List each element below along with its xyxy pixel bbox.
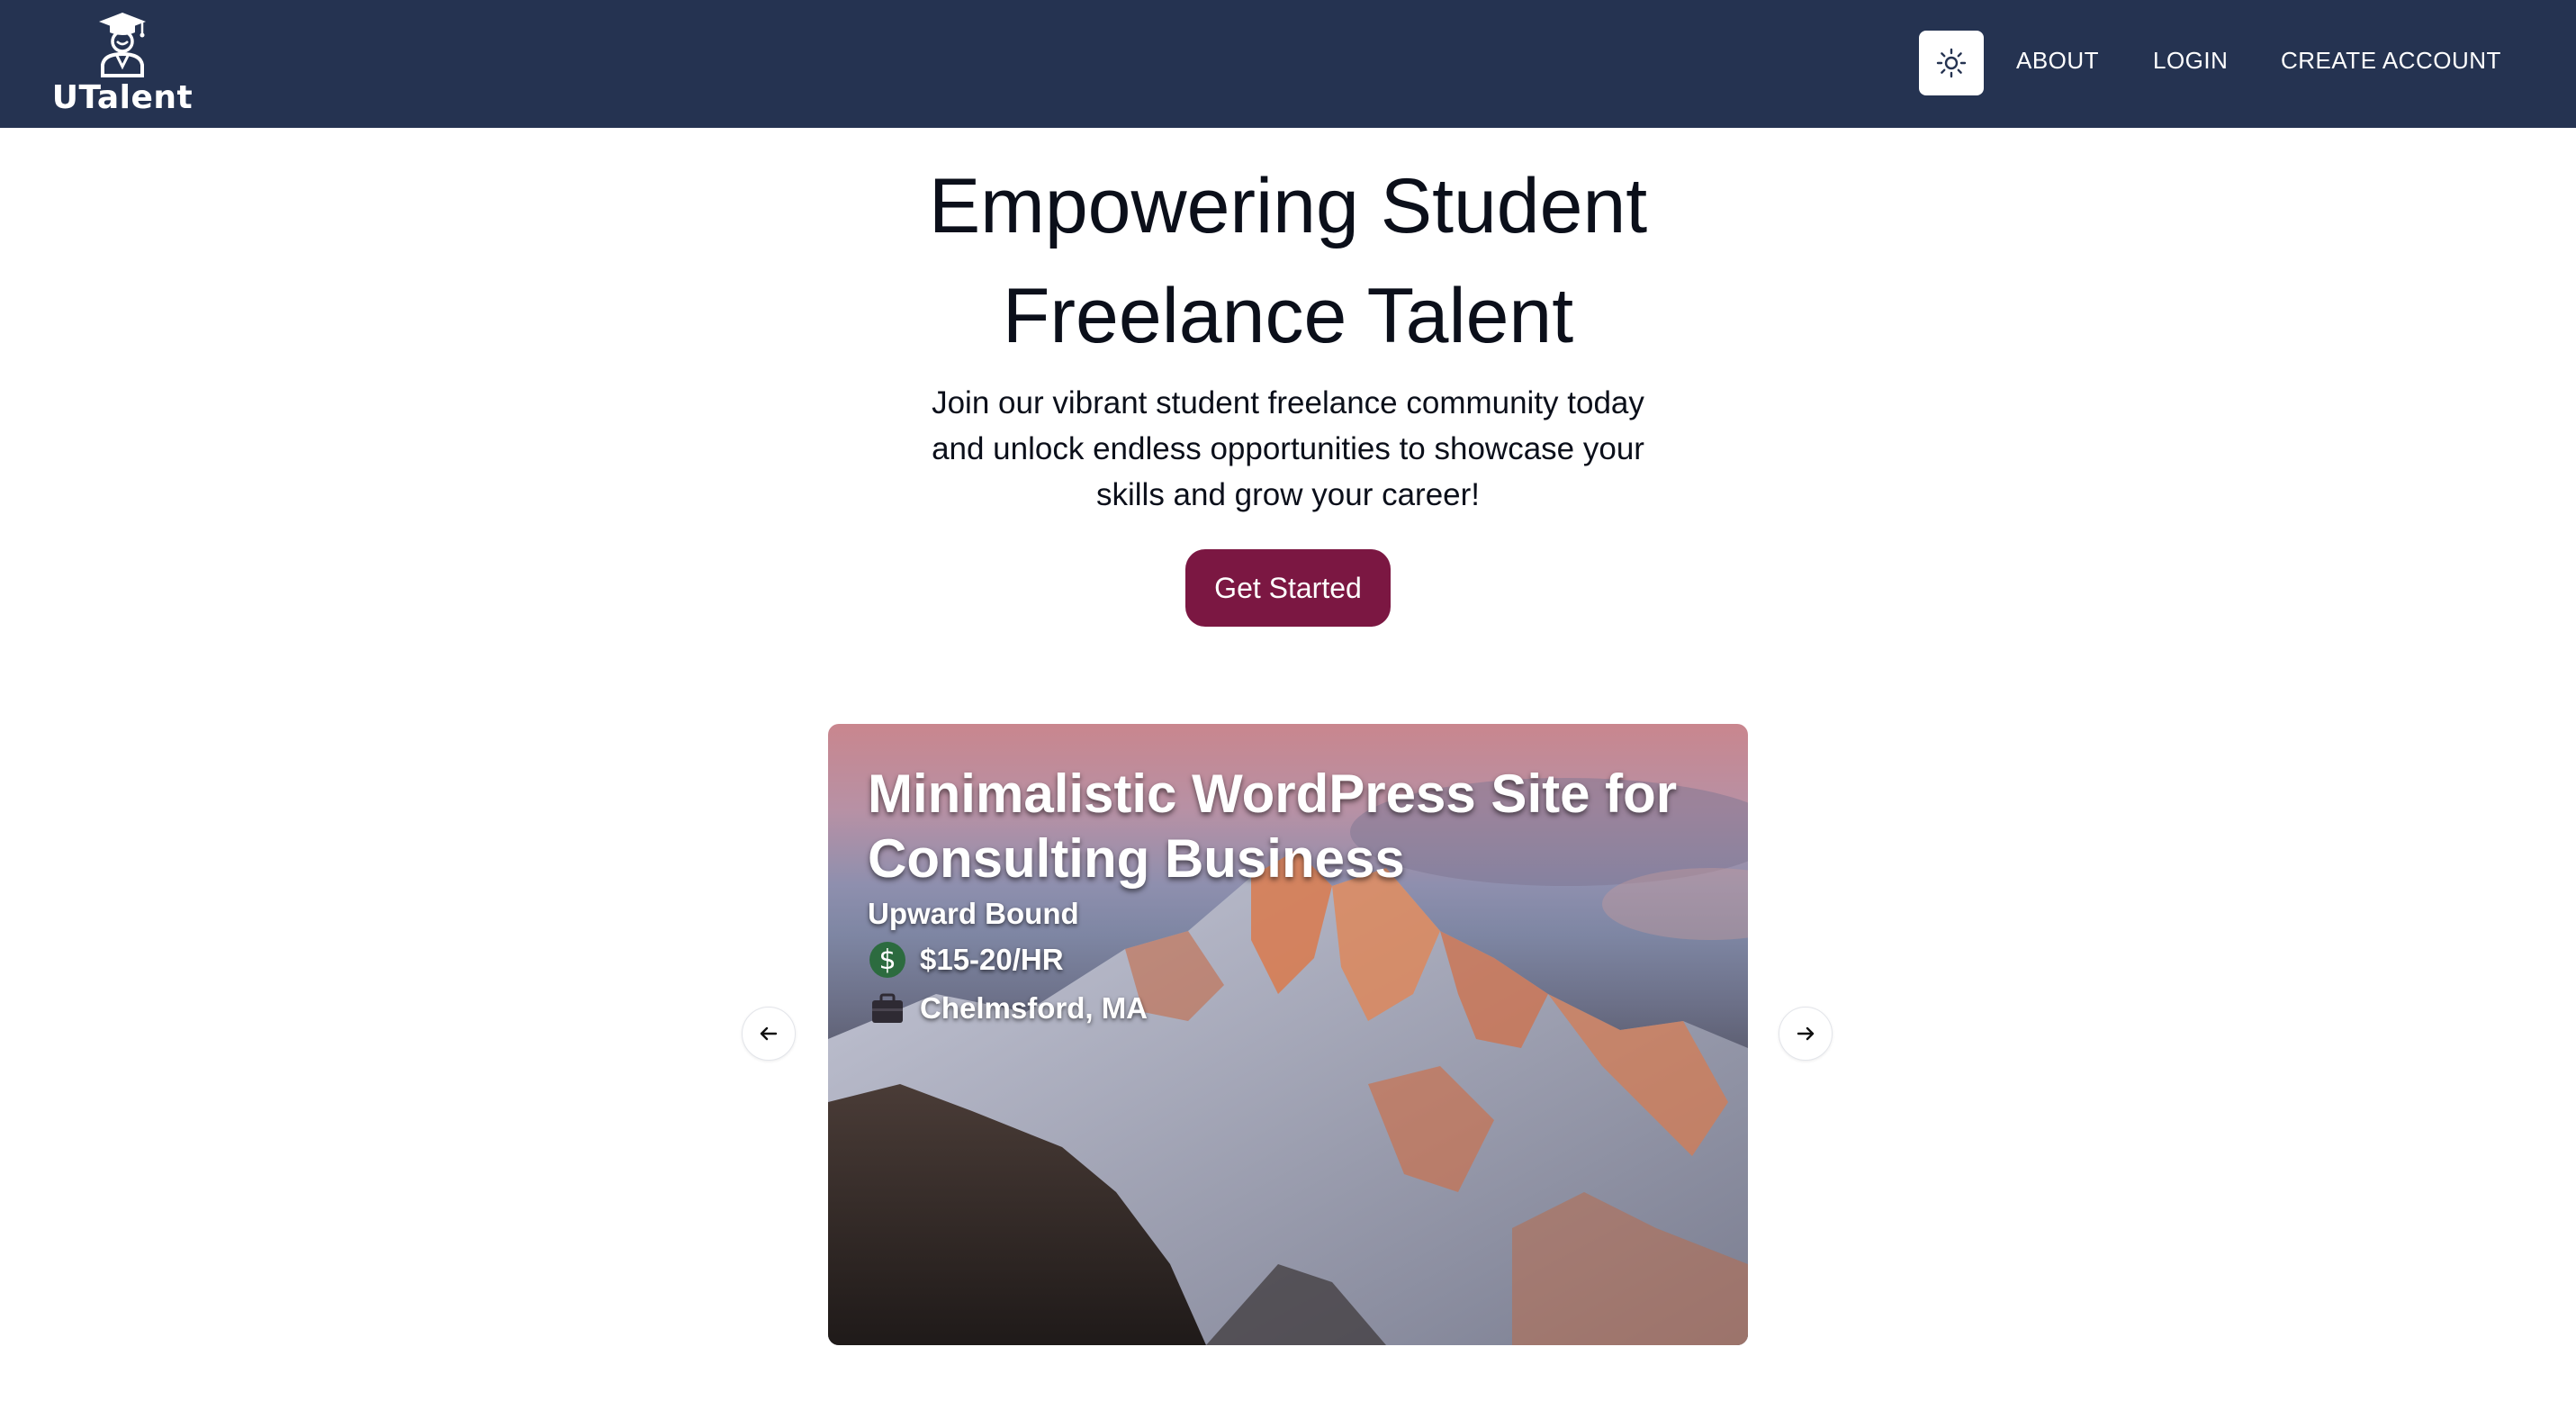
arrow-right-icon [1797,1026,1815,1041]
sun-icon [1936,48,1967,78]
briefcase-icon [872,993,903,1023]
job-company: Upward Bound [868,897,1079,930]
theme-toggle-button[interactable] [1919,31,1984,95]
job-title: Minimalistic WordPress Site for Consulti… [868,764,1678,889]
get-started-button[interactable]: Get Started [1185,549,1391,627]
job-location: Chelmsford, MA [920,991,1148,1025]
carousel-prev-button[interactable] [742,1007,796,1061]
job-card-content: Minimalistic WordPress Site for Consulti… [868,762,1732,1028]
logo[interactable]: UTalent [50,11,194,119]
graduate-icon [99,13,146,77]
hero-subtitle: Join our vibrant student freelance commu… [932,385,1644,512]
job-pay-row: $ $15-20/HR [868,940,1732,980]
job-location-row: Chelmsford, MA [868,989,1732,1028]
nav-create-account-link[interactable]: CREATE ACCOUNT [2281,47,2501,75]
svg-text:$: $ [878,945,896,976]
job-pay: $15-20/HR [920,943,1064,976]
logo-text: UTalent [51,79,194,116]
top-navbar: UTalent ABOUT LOGIN CREATE ACCOUNT [0,0,2576,128]
hero-title: Empowering Student Freelance Talent [928,163,1648,359]
arrow-left-icon [760,1026,778,1041]
dollar-icon: $ [869,942,905,978]
nav-login-link[interactable]: LOGIN [2153,47,2228,75]
carousel-next-button[interactable] [1779,1007,1833,1061]
job-card[interactable]: Minimalistic WordPress Site for Consulti… [828,724,1748,1345]
nav-about-link[interactable]: ABOUT [2016,47,2099,75]
